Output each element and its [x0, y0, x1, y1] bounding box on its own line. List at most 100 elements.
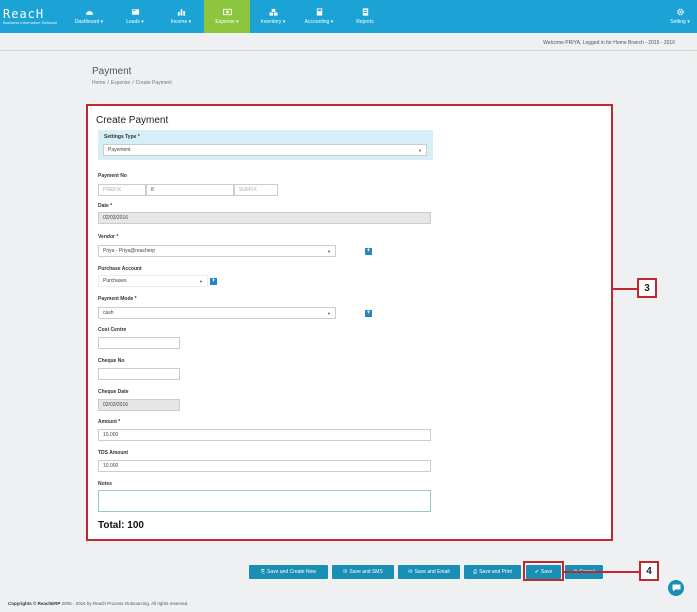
- nav-expense[interactable]: Expense ▾: [204, 0, 250, 33]
- settings-type-section: Settings Type * Payement ▼: [98, 130, 433, 160]
- nav-expense-label: Expense ▾: [215, 19, 239, 25]
- page-title: Payment: [92, 66, 132, 77]
- nav-dashboard-label: Dashboard ▾: [74, 19, 104, 25]
- date-field[interactable]: 02/03/2016: [98, 212, 431, 224]
- tds-amount-label: TDS Amount: [98, 450, 129, 456]
- breadcrumb-expense[interactable]: Expense: [111, 80, 130, 86]
- save-highlight-box: [523, 561, 564, 581]
- payment-mode-value: cash: [103, 310, 114, 316]
- cheque-date-label: Cheque Date: [98, 389, 129, 395]
- notes-textarea[interactable]: [98, 490, 431, 512]
- dashboard-icon: [85, 11, 93, 15]
- nav-reports-label: Reports: [356, 19, 374, 25]
- chat-bubble-icon: [672, 584, 680, 592]
- chevron-down-icon: ▼: [199, 278, 203, 284]
- payment-prefix-input[interactable]: PREFIX: [98, 184, 146, 196]
- print-icon: ⎙: [473, 569, 478, 575]
- settings-type-select[interactable]: Payement ▼: [103, 144, 427, 156]
- purchase-account-label: Purchase Account: [98, 266, 142, 272]
- callout-4-badge: 4: [639, 561, 659, 581]
- vendor-select[interactable]: Priya - Priya@reacherp ▼: [98, 245, 336, 257]
- breadcrumb-separator: /: [107, 80, 109, 86]
- breadcrumb-current: Create Payment: [135, 80, 172, 86]
- breadcrumb: Home / Expense / Create Payment: [92, 80, 172, 86]
- email-icon: ✉: [408, 569, 413, 575]
- nav-income[interactable]: Income ▾: [158, 0, 204, 33]
- settings-type-label: Settings Type *: [104, 134, 140, 140]
- nav-leads-label: Leads ▾: [126, 19, 144, 25]
- cheque-no-label: Cheque No: [98, 358, 125, 364]
- footer-brand: Copyrights © ReachERP: [8, 601, 61, 606]
- save-and-create-new-button[interactable]: ⎘ Save and Create New: [249, 565, 328, 579]
- tds-amount-input[interactable]: 10.000: [98, 460, 431, 472]
- cheque-no-input[interactable]: [98, 368, 180, 380]
- cost-centre-label: Cost Centre: [98, 327, 127, 333]
- purchase-account-value: Purchases: [103, 278, 127, 284]
- payment-mode-select[interactable]: cash ▼: [98, 307, 336, 319]
- save-and-sms-button[interactable]: ✉ Save and SMS: [332, 565, 394, 579]
- calculator-icon: [316, 8, 322, 16]
- top-navbar: ReacH Business Information Software Dash…: [0, 0, 697, 33]
- add-vendor-plus-icon[interactable]: +: [365, 248, 372, 255]
- vendor-label: Vendor *: [98, 234, 119, 240]
- amount-label: Amount *: [98, 419, 121, 425]
- chevron-down-icon: ▼: [327, 310, 331, 316]
- payment-total: Total: 100: [98, 520, 144, 531]
- vendor-value: Priya - Priya@reacherp: [103, 248, 156, 254]
- nav-accounting-label: Accounting ▾: [304, 19, 334, 25]
- gear-icon: [676, 8, 684, 16]
- save-and-print-button[interactable]: ⎙ Save and Print: [464, 565, 521, 579]
- save-and-sms-label: Save and SMS: [349, 569, 383, 575]
- callout-3-line: [613, 288, 637, 290]
- payment-mode-label: Payment Mode *: [98, 296, 137, 302]
- payment-suffix-input[interactable]: SUFFIX: [234, 184, 278, 196]
- add-account-plus-icon[interactable]: +: [210, 278, 217, 285]
- report-icon: [362, 8, 368, 16]
- brand-logo[interactable]: ReacH Business Information Software: [0, 0, 66, 33]
- header-divider: [0, 50, 697, 51]
- leads-icon: [131, 9, 139, 15]
- callout-3-badge: 3: [637, 278, 657, 298]
- date-label: Date *: [98, 203, 113, 209]
- money-icon: [222, 8, 232, 16]
- cheque-date-field[interactable]: 02/03/2016: [98, 399, 180, 411]
- breadcrumb-separator: /: [132, 80, 134, 86]
- add-payment-mode-plus-icon[interactable]: +: [365, 310, 372, 317]
- brand-tagline: Business Information Software: [3, 20, 58, 25]
- nav-dashboard[interactable]: Dashboard ▾: [66, 0, 112, 33]
- payment-number-input[interactable]: 8: [146, 184, 234, 196]
- chart-icon: [177, 9, 185, 16]
- chevron-down-icon: ▼: [327, 248, 331, 254]
- breadcrumb-home[interactable]: Home: [92, 80, 105, 86]
- create-payment-panel: Create Payment Settings Type * Payement …: [86, 104, 613, 541]
- save-and-print-label: Save and Print: [479, 569, 512, 575]
- amount-input[interactable]: 10.000: [98, 429, 431, 441]
- nav-setting-label: Setting ▾: [670, 19, 690, 25]
- save-and-email-button[interactable]: ✉ Save and Email: [398, 565, 460, 579]
- save-and-create-new-label: Save and Create New: [267, 569, 316, 575]
- notes-label: Notes: [98, 481, 112, 487]
- brand-logo-text: ReacH: [3, 7, 45, 21]
- settings-type-value: Payement: [108, 147, 131, 153]
- nav-inventory[interactable]: Inventory ▾: [250, 0, 296, 33]
- purchase-account-select[interactable]: Purchases ▼: [98, 275, 208, 287]
- nav-income-label: Income ▾: [170, 19, 192, 25]
- nav-accounting[interactable]: Accounting ▾: [296, 0, 342, 33]
- footer-text: 2005 - 2016 by Reach Process Outsourcing…: [61, 601, 189, 606]
- form-title: Create Payment: [96, 115, 169, 126]
- callout-4-line: [564, 571, 639, 573]
- cubes-icon: [268, 8, 278, 16]
- chat-button[interactable]: [668, 580, 684, 596]
- nav-leads[interactable]: Leads ▾: [112, 0, 158, 33]
- copy-icon: ⎘: [261, 569, 266, 575]
- save-and-email-label: Save and Email: [414, 569, 450, 575]
- welcome-message: Welcome PRIYA, Logged in for Home Branch…: [543, 40, 675, 46]
- cost-centre-input[interactable]: [98, 337, 180, 349]
- nav-reports[interactable]: Reports: [342, 0, 388, 33]
- payment-no-label: Payment No: [98, 173, 127, 179]
- chevron-down-icon: ▼: [418, 147, 422, 153]
- sms-icon: ✉: [343, 569, 348, 575]
- footer: Copyrights © ReachERP 2005 - 2016 by Rea…: [8, 601, 188, 606]
- nav-inventory-label: Inventory ▾: [260, 19, 286, 25]
- nav-setting[interactable]: Setting ▾: [663, 0, 697, 33]
